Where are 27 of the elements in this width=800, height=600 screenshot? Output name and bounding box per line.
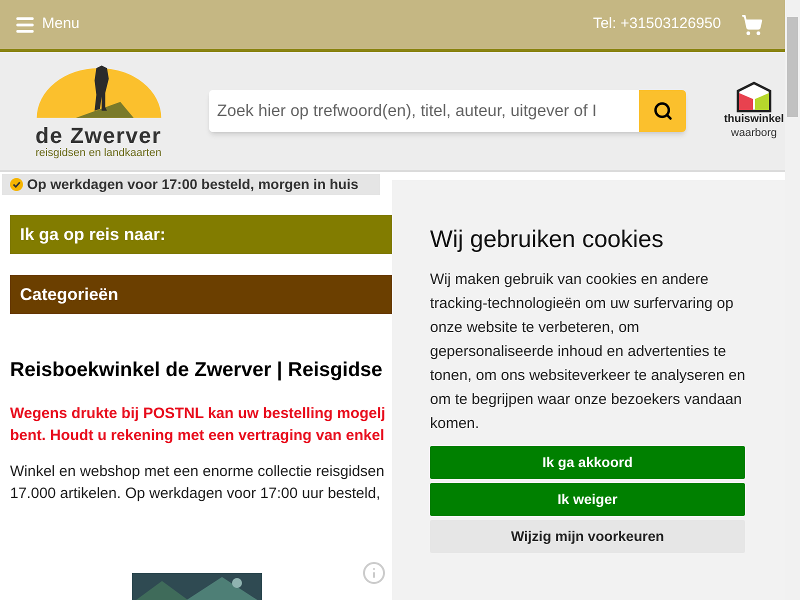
dialog-title: Wij gebruiken cookies: [430, 225, 664, 255]
scrollbar[interactable]: [785, 0, 800, 600]
check-icon: [10, 178, 23, 191]
page-heading: Reisboekwinkel de Zwerver | Reisgidse: [10, 358, 382, 383]
alert-text: bent. Houdt u rekening met een vertraging van enkel: [10, 426, 384, 446]
info-icon[interactable]: [362, 561, 386, 585]
logo-tagline: reisgidsen en landkaarten: [36, 147, 162, 161]
notice-text: Op werkdagen voor 17:00 besteld, morgen in huis: [27, 175, 358, 194]
intro-text: 17.000 artikelen. Op werkdagen voor 17:00 uur besteld,: [10, 484, 380, 504]
consent-button[interactable]: Ik weiger: [430, 483, 745, 516]
logo-name: de Zwerver: [35, 125, 162, 148]
alert-text: Wegens drukte bij POSTNL kan uw bestelling mogelj: [10, 404, 386, 424]
intro-text: Winkel en webshop met een enorme collectie reisgidsen: [10, 462, 384, 482]
badge-subtitle: waarborg: [731, 127, 777, 141]
logo[interactable]: de Zwerver reisgidsen en landkaarten: [26, 61, 171, 161]
house-icon: [736, 81, 772, 114]
section-bar[interactable]: Ik ga op reis naar:: [10, 215, 392, 254]
consent-button[interactable]: Ik ga akkoord: [430, 446, 745, 479]
trust-badge[interactable]: thuiswinkel waarborg: [724, 81, 784, 141]
badge-title: thuiswinkel: [724, 113, 784, 127]
consent-button[interactable]: Wijzig mijn voorkeuren: [430, 520, 745, 553]
section-bar[interactable]: Categorieën: [10, 275, 392, 314]
dialog-text: Wij maken gebruik van cookies en andere tracking-technologieën om uw surfervaring op onze website te verbeteren, om gepersonaliseerde inhoud en advertenties te tonen, om ons websiteverkeer te analyseren en om te begrijpen waar onze bezoekers vandaan komen.: [430, 270, 746, 434]
search-button[interactable]: [639, 90, 686, 132]
cart-icon[interactable]: [741, 14, 763, 36]
search-icon: [652, 101, 672, 121]
search-field[interactable]: Zoek hier op trefwoord(en), titel, auteur, uitgever of I: [209, 90, 639, 132]
